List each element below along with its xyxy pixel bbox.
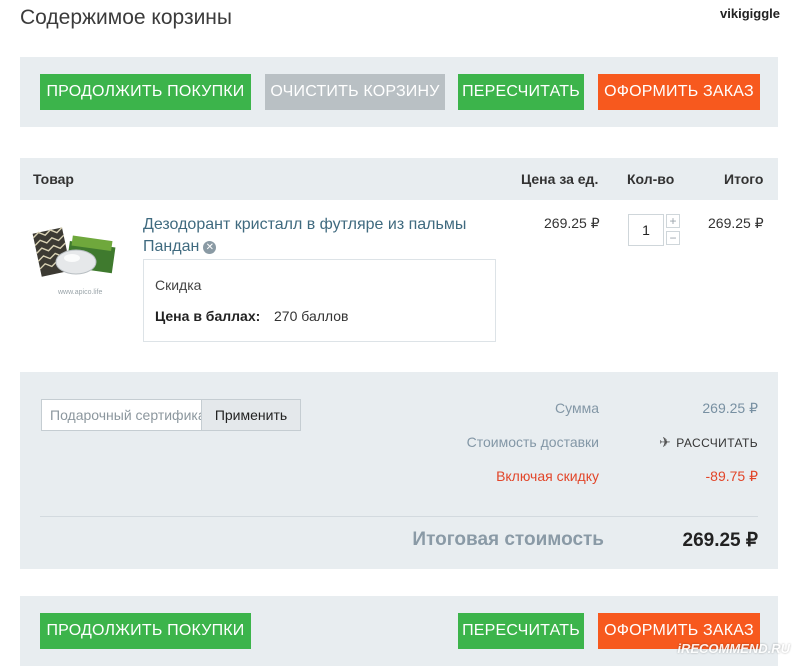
recalculate-button[interactable]: ПЕРЕСЧИТАТЬ — [458, 74, 584, 110]
unit-price: 269.25 ₽ — [544, 215, 600, 231]
product-properties: Скидка Цена в баллах: 270 баллов — [143, 259, 496, 342]
row-total: 269.25 ₽ — [708, 215, 764, 231]
column-total: Итого — [724, 171, 764, 187]
gift-certificate-input[interactable]: Подарочный сертификат — [41, 399, 202, 431]
watermark: iRECOMMEND.RU — [677, 641, 790, 656]
order-summary: Подарочный сертификат Применить Сумма 26… — [20, 372, 778, 569]
column-unit-price: Цена за ед. — [521, 171, 599, 187]
username: vikigiggle — [720, 6, 780, 21]
continue-shopping-button[interactable]: ПРОДОЛЖИТЬ ПОКУПКИ — [40, 74, 251, 110]
summary-divider — [40, 516, 758, 517]
product-image[interactable]: www.apico.life — [30, 216, 126, 300]
apply-button[interactable]: Применить — [201, 399, 301, 431]
page-title: Содержимое корзины — [20, 6, 232, 29]
grand-total-label: Итоговая стоимость — [412, 529, 604, 550]
column-product: Товар — [33, 171, 74, 187]
discount-property: Скидка — [155, 277, 202, 293]
close-circle-icon[interactable]: ✕ — [203, 241, 217, 254]
recalculate-button[interactable]: ПЕРЕСЧИТАТЬ — [458, 613, 584, 649]
calculate-delivery-link[interactable]: ✈ РАССЧИТАТЬ — [659, 434, 758, 451]
points-price-value: 270 баллов — [274, 308, 349, 324]
product-name[interactable]: Дезодорант кристалл в футляре из пальмы … — [143, 216, 466, 255]
continue-shopping-button[interactable]: ПРОДОЛЖИТЬ ПОКУПКИ — [40, 613, 251, 649]
discount-value: -89.75 ₽ — [705, 468, 759, 484]
bottom-action-bar: ПРОДОЛЖИТЬ ПОКУПКИ ПЕРЕСЧИТАТЬ ОФОРМИТЬ … — [20, 596, 778, 666]
subtotal-value: 269.25 ₽ — [702, 400, 758, 416]
quantity-input[interactable]: 1 — [628, 214, 664, 246]
subtotal-label: Сумма — [555, 400, 599, 416]
points-price-label: Цена в баллах: — [155, 308, 261, 324]
plus-icon[interactable]: + — [666, 214, 680, 228]
clear-cart-button[interactable]: ОЧИСТИТЬ КОРЗИНУ — [265, 74, 445, 110]
checkout-button[interactable]: ОФОРМИТЬ ЗАКАЗ — [598, 74, 760, 110]
cart-table-header: Товар Цена за ед. Кол-во Итого — [20, 158, 778, 200]
discount-label: Включая скидку — [496, 468, 599, 484]
product-name-link[interactable]: Дезодорант кристалл в футляре из пальмы … — [143, 214, 493, 258]
column-quantity: Кол-во — [627, 171, 675, 187]
calculate-delivery-label[interactable]: РАССЧИТАТЬ — [676, 436, 758, 450]
cart-page: Содержимое корзины vikigiggle ПРОДОЛЖИТЬ… — [0, 0, 800, 666]
thumb-caption: www.apico.life — [57, 289, 102, 296]
delivery-cost-label: Стоимость доставки — [466, 434, 599, 450]
top-action-bar: ПРОДОЛЖИТЬ ПОКУПКИ ОЧИСТИТЬ КОРЗИНУ ПЕРЕ… — [20, 57, 778, 127]
airplane-icon: ✈ — [659, 434, 672, 450]
minus-icon[interactable]: − — [666, 231, 680, 245]
grand-total-value: 269.25 ₽ — [682, 530, 758, 551]
